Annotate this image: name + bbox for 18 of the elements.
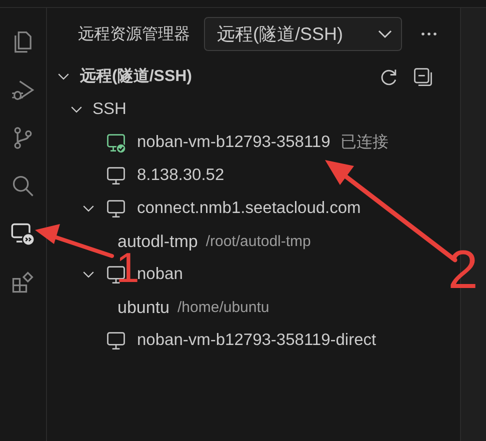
folder-path: /root/autodl-tmp bbox=[206, 233, 311, 250]
host-name[interactable]: 8.138.30.52 bbox=[137, 166, 224, 185]
group-label[interactable]: SSH bbox=[92, 100, 126, 119]
folder-name[interactable]: ubuntu bbox=[118, 298, 170, 318]
host-name[interactable]: connect.nmb1.seetacloud.com bbox=[137, 199, 361, 218]
host-name[interactable]: noban-vm-b12793-358119-direct bbox=[137, 331, 376, 350]
extensions-icon[interactable] bbox=[10, 269, 36, 295]
collapse-all-icon[interactable] bbox=[412, 66, 434, 88]
host-name[interactable]: noban-vm-b12793-358119 bbox=[137, 133, 330, 152]
connection-status: 已连接 bbox=[340, 132, 388, 153]
view-dropdown[interactable]: 远程(隧道/SSH) bbox=[204, 17, 402, 51]
section-title[interactable]: 远程(隧道/SSH) bbox=[80, 66, 192, 87]
remote-explorer-icon[interactable] bbox=[10, 221, 36, 247]
host-name[interactable]: noban bbox=[137, 265, 183, 284]
annotation-number: 2 bbox=[448, 240, 478, 300]
folder-path: /home/ubuntu bbox=[178, 299, 270, 316]
panel-title: 远程资源管理器 bbox=[78, 24, 190, 44]
search-icon[interactable] bbox=[10, 173, 36, 199]
